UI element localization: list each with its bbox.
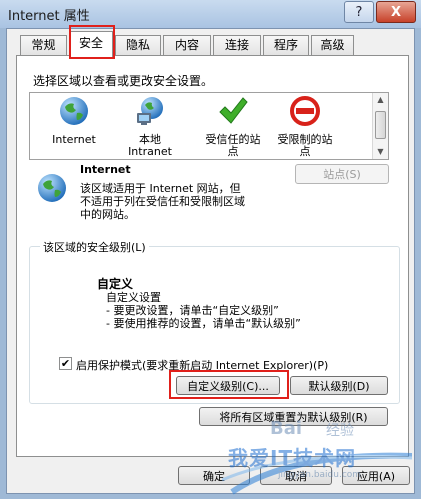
scroll-down-icon[interactable]: ▼ [373,145,388,159]
security-level-heading: 自定义 [97,277,134,291]
sites-button[interactable]: 站点(S) [295,164,389,184]
custom-level-highlight-box [169,370,289,399]
intranet-icon [137,97,163,125]
tab-highlight-box [69,25,115,59]
zone-internet-label: Internet [52,133,96,146]
zone-list-scrollbar[interactable]: ▲ ▼ [372,93,388,159]
close-button[interactable]: X [376,1,416,23]
zone-local-intranet[interactable]: 本地 Intranet [120,95,180,158]
tab-general[interactable]: 常规 [20,35,67,55]
zone-internet[interactable]: Internet [44,95,104,146]
cancel-button[interactable]: 取消 [260,466,332,485]
scroll-up-icon[interactable]: ▲ [373,93,388,107]
zone-trusted-label: 受信任的站 点 [205,133,261,158]
zone-restricted-sites[interactable]: 受限制的站 点 [268,95,342,158]
reset-all-zones-button[interactable]: 将所有区域重置为默认级别(R) [199,407,388,426]
window-title: Internet 属性 [8,9,90,24]
security-level-label: 该区域的安全级别(L) [40,239,149,255]
tab-advanced[interactable]: 高级 [311,35,354,55]
security-level-line-2: - 要更改设置，请单击“自定义级别” [106,304,279,317]
zone-intranet-label: 本地 Intranet [128,133,172,158]
tab-content[interactable]: 内容 [163,35,211,55]
ok-button[interactable]: 确定 [178,466,250,485]
tab-privacy[interactable]: 隐私 [115,35,161,55]
zone-instruction: 选择区域以查看或更改安全设置。 [33,74,214,88]
selected-zone-globe-icon [38,174,66,202]
zone-trusted-sites[interactable]: 受信任的站 点 [196,95,270,158]
zone-list[interactable]: Internet 本地 Intranet 受信任的站 点 受限制的站 点 ▲ ▼ [29,92,389,160]
apply-button[interactable]: 应用(A) [342,466,410,485]
check-icon [219,97,248,124]
security-level-line-3: - 要使用推荐的设置，请单击“默认级别” [106,317,301,330]
globe-icon [60,97,88,125]
scroll-thumb[interactable] [375,111,386,139]
prohibited-icon [290,96,320,126]
security-level-line-1: 自定义设置 [106,291,161,304]
tab-connections[interactable]: 连接 [213,35,261,55]
zone-restricted-label: 受限制的站 点 [277,133,333,158]
selected-zone-name: Internet [80,163,131,176]
tab-programs[interactable]: 程序 [263,35,309,55]
protected-mode-checkbox[interactable]: ✔ [59,357,72,370]
help-button[interactable]: ? [344,1,374,23]
default-level-button[interactable]: 默认级别(D) [290,376,388,395]
selected-zone-description: 该区域适用于 Internet 网站，但 不适用于列在受信任和受限制区域 中的网… [80,182,245,221]
